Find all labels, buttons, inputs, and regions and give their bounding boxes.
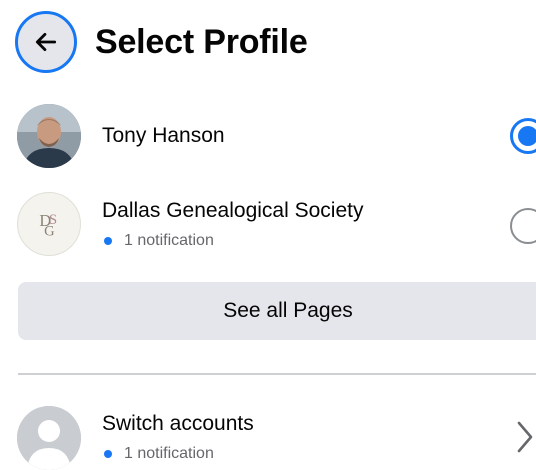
profile-name: Tony Hanson: [102, 124, 225, 147]
profile-radio-unselected[interactable]: [510, 208, 536, 244]
profile-name: Dallas Genealogical Society: [102, 199, 364, 222]
notification-count: 1 notification: [102, 444, 214, 464]
profile-radio-selected[interactable]: [510, 118, 536, 154]
notification-dot: [104, 450, 112, 458]
default-avatar-icon: [17, 406, 81, 470]
svg-text:G: G: [44, 224, 55, 240]
page-title: Select Profile: [95, 23, 308, 61]
see-all-pages-button[interactable]: See all Pages: [18, 282, 536, 340]
profile-option-tony-hanson[interactable]: Tony Hanson: [0, 103, 536, 169]
profile-option-dallas-genealogical-society[interactable]: D S G Dallas Genealogical Society 1 noti…: [0, 192, 536, 258]
switch-accounts-label: Switch accounts: [102, 412, 254, 435]
switch-accounts-row[interactable]: Switch accounts 1 notification: [0, 405, 536, 470]
divider: [18, 373, 536, 375]
back-button[interactable]: [15, 11, 77, 73]
notification-count: 1 notification: [102, 231, 214, 251]
avatar: [17, 104, 81, 168]
chevron-right-icon: [517, 421, 533, 453]
dgs-logo-avatar: D S G: [17, 192, 81, 256]
notification-dot: [104, 237, 112, 245]
arrow-left-icon: [35, 33, 57, 51]
